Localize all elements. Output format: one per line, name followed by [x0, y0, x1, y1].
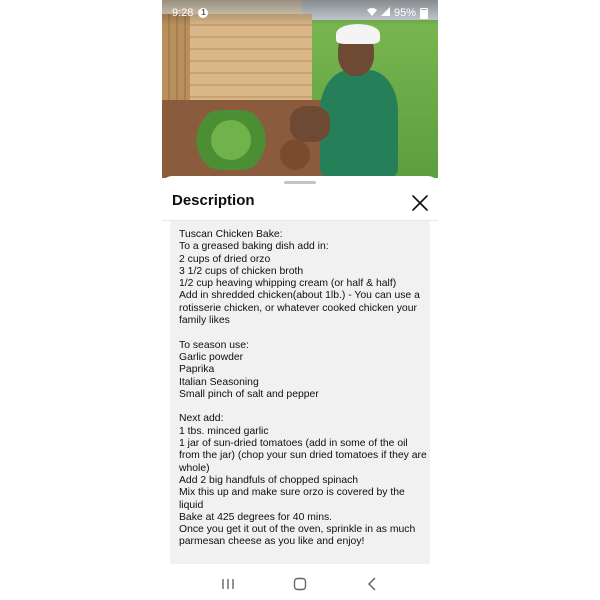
- description-line: liquid: [179, 499, 204, 511]
- description-line: family likes: [179, 315, 230, 327]
- description-line: To season use:: [179, 339, 249, 351]
- system-nav-bar: [162, 568, 438, 600]
- description-line: 2 cups of dried orzo: [179, 253, 271, 265]
- description-line: Garlic powder: [179, 351, 244, 363]
- description-line: 1 jar of sun-dried tomatoes (add in some…: [179, 438, 408, 450]
- description-line: Paprika: [179, 364, 215, 376]
- description-line: 1/2 cup heaving whipping cream (or half …: [179, 278, 397, 290]
- home-button[interactable]: [285, 573, 315, 595]
- signal-icon: [380, 7, 390, 19]
- notification-icon: 1: [198, 8, 209, 18]
- description-line: Mix this up and make sure orzo is covere…: [179, 487, 405, 499]
- recents-icon: [222, 579, 234, 589]
- description-line: 3 1/2 cups of chicken broth: [179, 265, 304, 277]
- home-icon: [293, 577, 307, 591]
- description-line: parmesan cheese as you like and enjoy!: [179, 536, 365, 548]
- description-line: [179, 401, 420, 413]
- description-line: Bake at 425 degrees for 40 mins.: [179, 511, 333, 523]
- description-line: Small pinch of salt and pepper: [179, 388, 319, 400]
- description-line: whole): [179, 462, 210, 474]
- battery-percent: 95%: [393, 7, 416, 19]
- video-plant: [192, 110, 270, 170]
- description-line: from the jar) (chop your sun dried tomat…: [179, 450, 427, 462]
- status-bar: 9:28 1 95%: [162, 0, 438, 26]
- drag-handle[interactable]: [284, 181, 316, 184]
- description-line: Tuscan Chicken Bake:: [179, 229, 283, 240]
- battery-icon: [420, 7, 428, 19]
- sheet-header: Description: [162, 188, 438, 220]
- description-line: To a greased baking dish add in:: [179, 241, 329, 253]
- description-line: Add in shredded chicken(about 1lb.) - Yo…: [179, 290, 420, 302]
- recents-button[interactable]: [213, 573, 243, 595]
- description-line: Italian Seasoning: [179, 376, 259, 388]
- close-icon: [412, 195, 428, 211]
- back-icon: [367, 577, 376, 591]
- description-line: Once you get it out of the oven, sprinkl…: [179, 524, 416, 536]
- description-line: rotisserie chicken, or whatever cooked c…: [179, 302, 417, 314]
- video-person-cap: [336, 24, 380, 44]
- back-button[interactable]: [357, 573, 387, 595]
- description-line: 1 tbs. minced garlic: [179, 425, 269, 437]
- close-button[interactable]: [408, 191, 432, 215]
- video-player[interactable]: 9:28 1 95%: [162, 0, 438, 178]
- video-person-body: [320, 70, 398, 178]
- sheet-title: Description: [172, 192, 255, 209]
- video-person-arm: [290, 106, 330, 142]
- description-line: Next add:: [179, 413, 224, 425]
- phone-screen: 9:28 1 95% Description Tuscan Chicken Ba…: [162, 0, 438, 600]
- description-text-box: Tuscan Chicken Bake: To a greased baking …: [170, 221, 430, 564]
- status-time: 9:28: [172, 7, 194, 19]
- description-line: [179, 327, 420, 339]
- wifi-icon: [366, 7, 377, 19]
- description-line: Add 2 big handfuls of chopped spinach: [179, 474, 359, 486]
- description-sheet: Description Tuscan Chicken Bake: To a gre…: [162, 176, 438, 600]
